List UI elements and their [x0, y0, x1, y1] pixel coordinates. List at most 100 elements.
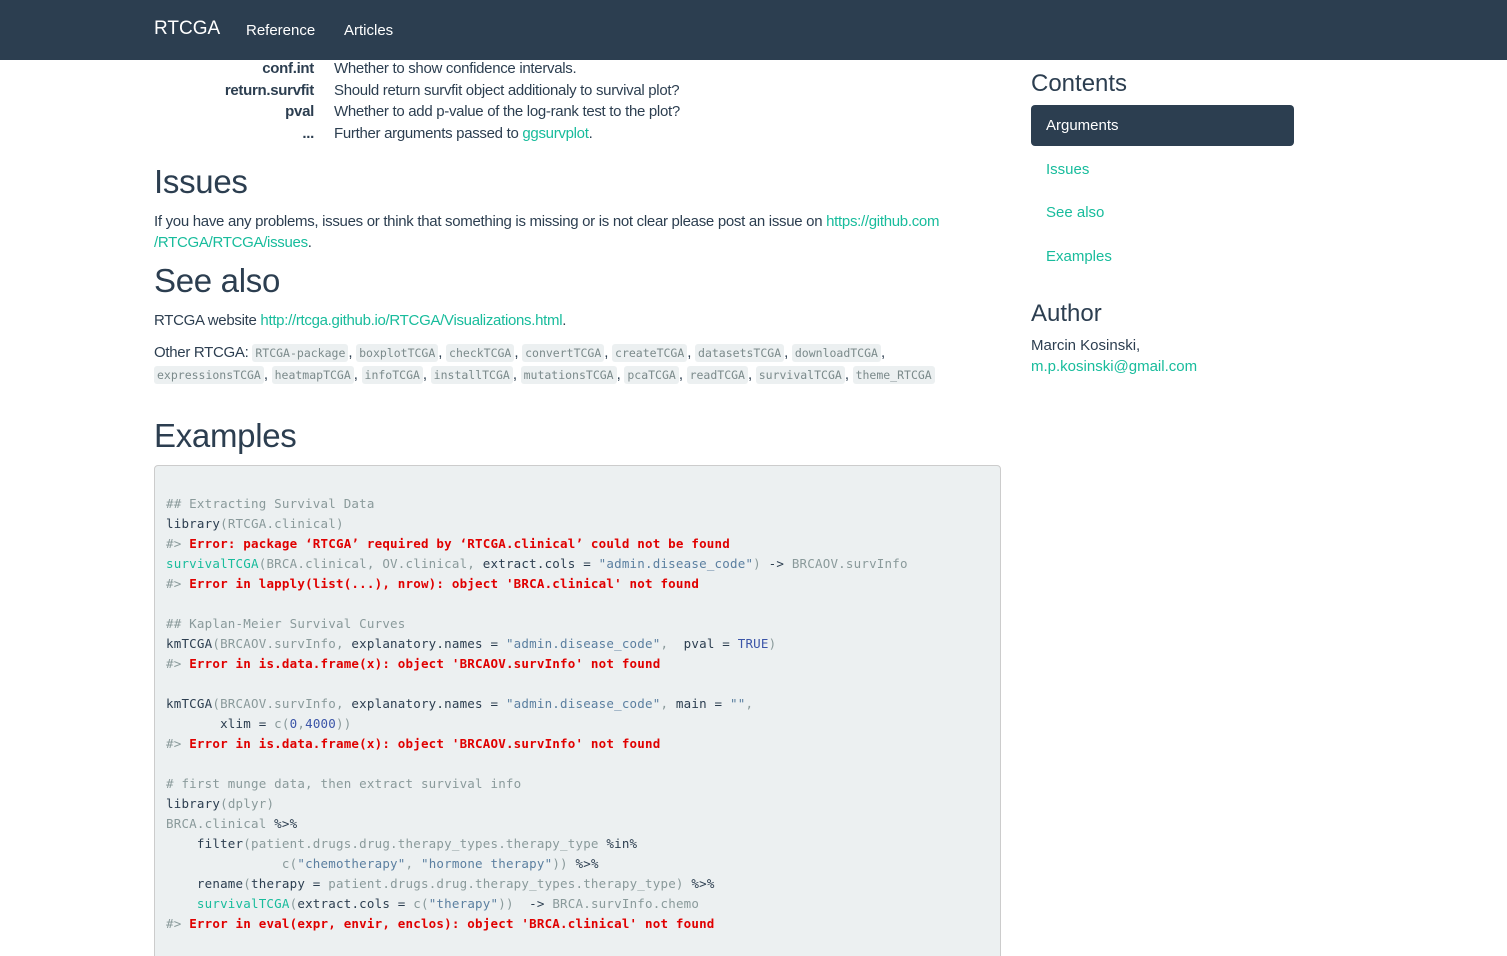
code-line: #> Error: package ‘RTCGA’ required by ‘R… [166, 536, 730, 551]
argument-name: conf.int [262, 60, 314, 77]
ref-chip[interactable]: convertTCGA [522, 344, 605, 362]
ref-chip[interactable]: boxplotTCGA [356, 344, 439, 362]
ref-chip[interactable]: downloadTCGA [791, 344, 881, 362]
toc-item-arguments[interactable]: Arguments [1031, 105, 1294, 146]
code-token: TRUE [737, 636, 769, 651]
code-line: BRCA.clinical %>% [166, 816, 297, 831]
toc-item-issues[interactable]: Issues [1046, 161, 1089, 178]
ref-chip[interactable]: expressionsTCGA [154, 366, 264, 384]
code-line: kmTCGA(BRCAOV.survInfo, explanatory.name… [166, 636, 776, 651]
toc-item-see-also[interactable]: See also [1046, 204, 1104, 221]
author-email-link[interactable]: m.p.kosinski@gmail.com [1031, 358, 1197, 375]
website-after: . [562, 312, 567, 329]
code-token: "therapy" [428, 896, 499, 911]
brand-link[interactable]: RTCGA [154, 18, 220, 40]
code-token: explanatory.names = [351, 636, 506, 651]
toc-item-label: Arguments [1046, 117, 1119, 134]
code-line: rename(therapy = patient.drugs.drug.ther… [166, 876, 715, 891]
code-token: (patient.drugs.drug.therapy_types.therap… [243, 836, 607, 851]
ref-chip[interactable]: mutationsTCGA [520, 366, 617, 384]
code-token: ) [768, 636, 777, 651]
ref-chip[interactable]: createTCGA [612, 344, 688, 362]
code-token: therapy = [251, 876, 329, 891]
code-line: filter(patient.drugs.drug.therapy_types.… [166, 836, 637, 851]
argument-name: ... [302, 124, 314, 142]
code-line: #> Error in is.data.frame(x): object 'BR… [166, 656, 660, 671]
code-token: #> [166, 536, 190, 551]
code-line: xlim = c(0,4000)) [166, 716, 351, 731]
ref-chip[interactable]: infoTCGA [361, 366, 423, 384]
examples-heading: Examples [154, 417, 297, 454]
nav-reference-link[interactable]: Reference [246, 22, 315, 39]
ref-chip[interactable]: pcaTCGA [624, 366, 679, 384]
code-line: survivalTCGA(extract.cols = c("therapy")… [166, 896, 699, 911]
code-token: BRCAOV.survInfo [791, 556, 908, 571]
ref-chip[interactable]: survivalTCGA [755, 366, 845, 384]
code-token: ## Extracting Survival Data [166, 496, 375, 511]
code-token: filter [166, 836, 244, 851]
code-line: ## Kaplan-Meier Survival Curves [166, 616, 406, 631]
code-token: "" [730, 696, 746, 711]
code-token: (RTCGA.clinical) [220, 516, 344, 531]
ref-chip[interactable]: datasetsTCGA [695, 344, 785, 362]
toc-item-examples[interactable]: Examples [1046, 248, 1112, 265]
argument-row: pval Whether to add p-value of the log-r… [154, 101, 1000, 123]
code-token: %in% [606, 836, 638, 851]
author-name: Marcin Kosinski, [1031, 337, 1141, 354]
argument-description: Should return survfit object additionaly… [334, 81, 680, 99]
code-token: kmTCGA [166, 696, 213, 711]
code-token: explanatory.names = [351, 696, 506, 711]
code-token: )) [498, 896, 530, 911]
argument-description-after: . [588, 124, 593, 142]
argument-description: Whether to add p-value of the log-rank t… [334, 103, 680, 120]
example-code-block[interactable]: ## Extracting Survival Data library(RTCGA… [154, 465, 1001, 956]
ref-chip[interactable]: heatmapTCGA [271, 366, 354, 384]
argument-row: conf.int Whether to show confidence inte… [154, 58, 1000, 80]
ref-chip[interactable]: readTCGA [686, 366, 748, 384]
code-token: survivalTCGA [166, 556, 259, 571]
code-token: main = [675, 696, 730, 711]
ref-chip[interactable]: theme_RTCGA [852, 366, 935, 384]
issues-heading: Issues [154, 163, 248, 200]
code-token: (BRCAOV.survInfo, [212, 636, 352, 651]
argument-description: Whether to show confidence intervals. [334, 60, 577, 77]
code-line: c("chemotherapy", "hormone therapy")) %>… [166, 856, 599, 871]
ggsurvplot-link[interactable]: ggsurvplot [522, 125, 589, 142]
code-token: , [660, 696, 676, 711]
code-line: ## Extracting Survival Data [166, 496, 375, 511]
issues-after: . [307, 234, 312, 251]
contents-heading: Contents [1031, 70, 1128, 97]
website-link[interactable]: http://rtcga.github.io/RTCGA/Visualizati… [260, 312, 562, 329]
ref-chip[interactable]: installTCGA [430, 366, 513, 384]
code-token: pval = [683, 636, 738, 651]
code-token: "hormone therapy" [420, 856, 553, 871]
issues-link-continued[interactable]: /RTCGA/RTCGA/issues [154, 234, 308, 251]
code-line: survivalTCGA(BRCA.clinical, OV.clinical,… [166, 556, 908, 571]
ref-chip[interactable]: RTCGA-package [252, 344, 349, 362]
code-token: (BRCA.clinical, OV.clinical, [258, 556, 483, 571]
ref-chip[interactable]: checkTCGA [446, 344, 515, 362]
argument-description-text: Further arguments passed to [334, 124, 523, 142]
code-token: extract.cols = [297, 896, 414, 911]
nav-articles-link[interactable]: Articles [344, 22, 393, 39]
error-text: Error in lapply(list(...), nrow): object… [189, 576, 700, 591]
other-rtcga-label: Other RTCGA: [154, 344, 253, 361]
issues-paragraph: If you have any problems, issues or thin… [154, 211, 984, 253]
code-token: #> [166, 576, 190, 591]
code-line: kmTCGA(BRCAOV.survInfo, explanatory.name… [166, 696, 753, 711]
argument-row: ... Further arguments passed to ggsurvpl… [154, 123, 1000, 145]
code-token: "chemotherapy" [297, 856, 406, 871]
code-token: extract.cols = [482, 556, 599, 571]
code-token: # first munge data, then extract surviva… [166, 776, 522, 791]
code-token: c( [166, 856, 298, 871]
code-token: BRCA.clinical [166, 816, 275, 831]
issues-link[interactable]: https://github.com [826, 213, 939, 230]
code-token: "admin.disease_code" [505, 696, 661, 711]
code-token: rename [166, 876, 244, 891]
argument-name: pval [285, 103, 314, 120]
top-navbar: RTCGA Reference Articles [0, 0, 1507, 60]
code-token: (dplyr) [220, 796, 275, 811]
code-line: # first munge data, then extract surviva… [166, 776, 521, 791]
code-line: #> Error in is.data.frame(x): object 'BR… [166, 736, 660, 751]
code-token: "admin.disease_code" [505, 636, 661, 651]
